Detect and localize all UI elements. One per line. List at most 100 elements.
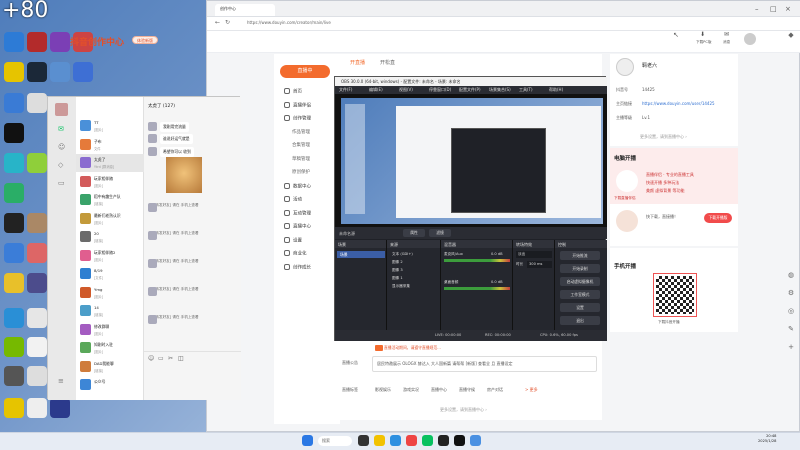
desktop-app-icon[interactable] (4, 366, 24, 386)
tag[interactable]: 游戏实况 (403, 387, 419, 393)
tab-alt-live[interactable]: 开松直 (380, 59, 395, 66)
obs-icon[interactable] (438, 435, 449, 446)
desktop-app-icon[interactable] (4, 32, 24, 52)
desktop-app-icon[interactable] (4, 123, 24, 143)
desktop-app-icon[interactable] (4, 337, 24, 357)
nav-item[interactable]: 设置 (284, 236, 302, 243)
edge-icon[interactable] (390, 435, 401, 446)
avatar[interactable] (744, 33, 756, 45)
edge-app-icon[interactable]: ⚙ (786, 288, 796, 298)
taskview-icon[interactable] (358, 435, 369, 446)
desktop-app-icon[interactable] (4, 213, 24, 233)
conversation-item[interactable]: 8/19 [文件] (76, 265, 144, 283)
conversation-item[interactable]: 子布 文件 (76, 136, 144, 154)
message-bubble[interactable]: 谁说好运气就是 (160, 134, 193, 144)
conversation-item[interactable]: DAD我能聊 [链接] (76, 358, 144, 376)
desktop-app-icon[interactable] (50, 32, 70, 52)
obs-menu-item[interactable]: 配置文件(P) (459, 87, 481, 93)
nav-item[interactable]: 草稿管理 (292, 156, 310, 162)
clock[interactable]: 20:48 2025/1/28 (758, 434, 776, 444)
conversation-item[interactable]: 玩家相伴随 [图片] (76, 173, 144, 191)
nav-item[interactable]: 数据中心 (284, 182, 311, 189)
edge-app-icon[interactable]: ◆ (786, 30, 796, 40)
douyin-icon[interactable] (454, 435, 465, 446)
tags-more-link[interactable]: > 更多 (525, 387, 538, 393)
control-button[interactable]: 工作室模式 (560, 290, 600, 299)
obs-menu-item[interactable]: 帮助(H) (549, 87, 563, 93)
obs-menu-item[interactable]: 文件(F) (339, 87, 352, 93)
menu-icon[interactable]: ≡ (58, 377, 64, 385)
conversation-item[interactable]: 太虎了 Ytrd [群消息] (76, 154, 144, 172)
obs-preview[interactable] (335, 94, 607, 227)
refresh-icon[interactable]: ↻ (225, 19, 230, 26)
edge-app-icon[interactable]: + (786, 342, 796, 352)
back-icon[interactable]: ← (215, 19, 220, 26)
chat-icon[interactable]: ✉ (58, 125, 64, 133)
close-icon[interactable]: × (785, 5, 791, 13)
obs-menu-item[interactable]: 场景集合(S) (489, 87, 511, 93)
emoji-icon[interactable]: ☺ (148, 355, 154, 362)
live-button[interactable]: 直播中 (280, 65, 330, 78)
profile-row-value[interactable]: https://www.douyin.com/user/14425 (642, 101, 715, 106)
folder-icon[interactable]: ▭ (58, 179, 65, 187)
conversation-item[interactable]: 20 [链接] (76, 228, 144, 246)
site-logo[interactable]: 抖音创作中心 (70, 35, 124, 48)
source-item[interactable]: 图像 2 (390, 259, 438, 266)
chat-input-area[interactable]: ☺ ▭ ✂ ◫ (144, 351, 241, 400)
control-button[interactable]: 启动虚拟摄像机 (560, 277, 600, 286)
chat-history-icon[interactable]: ◫ (178, 355, 184, 362)
nav-item[interactable]: 创作管理 (284, 115, 311, 122)
duration-input[interactable]: 300 ms (527, 261, 552, 268)
control-button[interactable]: 开始推流 (560, 251, 600, 260)
desktop-app-icon[interactable] (4, 308, 24, 328)
desktop-app-icon[interactable] (4, 243, 24, 263)
edge-app-icon[interactable]: ✎ (786, 324, 796, 334)
desktop-app-icon[interactable] (73, 62, 93, 82)
scissors-icon[interactable]: ✂ (168, 355, 173, 362)
source-item[interactable]: 图像 1 (390, 275, 438, 282)
edge-app-icon[interactable]: ◍ (786, 270, 796, 280)
desktop-app-icon[interactable] (50, 398, 70, 418)
more-settings-link[interactable]: 更多设置，请到直播中心 › (440, 407, 487, 413)
obs-menu-item[interactable]: 工具(T) (519, 87, 533, 93)
conversation-item[interactable]: Ymg [图片] (76, 284, 144, 302)
desktop-app-icon[interactable] (27, 243, 47, 263)
desktop-app-icon[interactable] (27, 308, 47, 328)
nav-item[interactable]: 商业化 (284, 250, 307, 257)
file-explorer-icon[interactable] (374, 435, 385, 446)
message-label[interactable]: 消息 (723, 40, 730, 45)
desktop-app-icon[interactable] (27, 398, 47, 418)
desktop-app-icon[interactable] (4, 273, 24, 293)
desktop-app-icon[interactable] (27, 366, 47, 386)
wechat-icon[interactable] (422, 435, 433, 446)
source-item[interactable]: 显示器采集 (390, 283, 438, 290)
filters-button[interactable]: 滤镜 (429, 229, 451, 237)
conversation-item[interactable]: 玩家相伴随2 [图片] (76, 247, 144, 265)
user-avatar[interactable] (55, 103, 68, 116)
obs-menu-item[interactable]: 停靠窗口(D) (429, 87, 451, 93)
desktop-app-icon[interactable] (4, 62, 24, 82)
conversation-item[interactable]: 稻中有趣生产队 [链接] (76, 191, 144, 209)
taskbar-search[interactable]: 搜索 (318, 436, 352, 446)
tag[interactable]: 影视娱乐 (375, 387, 391, 393)
message-bubble[interactable]: 希望你可以 收到 (160, 147, 194, 157)
version-badge[interactable]: 体验新版 (132, 36, 158, 44)
desktop-app-icon[interactable] (4, 183, 24, 203)
nav-item[interactable]: 合集管理 (292, 142, 310, 148)
download-icon[interactable]: ⬇ (700, 31, 705, 38)
control-button[interactable]: 退出 (560, 316, 600, 325)
browser-tab[interactable]: 创作中心 (215, 4, 275, 16)
conversation-item[interactable]: 公众号 (76, 376, 144, 394)
maximize-icon[interactable]: □ (770, 5, 777, 13)
tab-start-live[interactable]: 开直播 (350, 59, 365, 66)
nav-item[interactable]: 原创保护 (292, 169, 310, 175)
nav-item[interactable]: 活动 (284, 196, 302, 203)
contacts-icon[interactable]: ☺ (58, 143, 65, 151)
nav-item[interactable]: 直播伴侣 (284, 101, 311, 108)
desktop-app-icon[interactable] (27, 153, 47, 173)
obs-menu-item[interactable]: 视图(V) (399, 87, 413, 93)
conversation-item[interactable]: 最新们老熟认识 [图片] (76, 210, 144, 228)
announcement-field[interactable]: 居民特邀展示 OLOGX 赫达入 大人国新篇 请帮帮 [新版] 查看全 且 直播… (372, 356, 597, 372)
message-icon[interactable]: ✉ (724, 31, 729, 38)
conversation-item[interactable]: 修改群聊 [图片] (76, 321, 144, 339)
